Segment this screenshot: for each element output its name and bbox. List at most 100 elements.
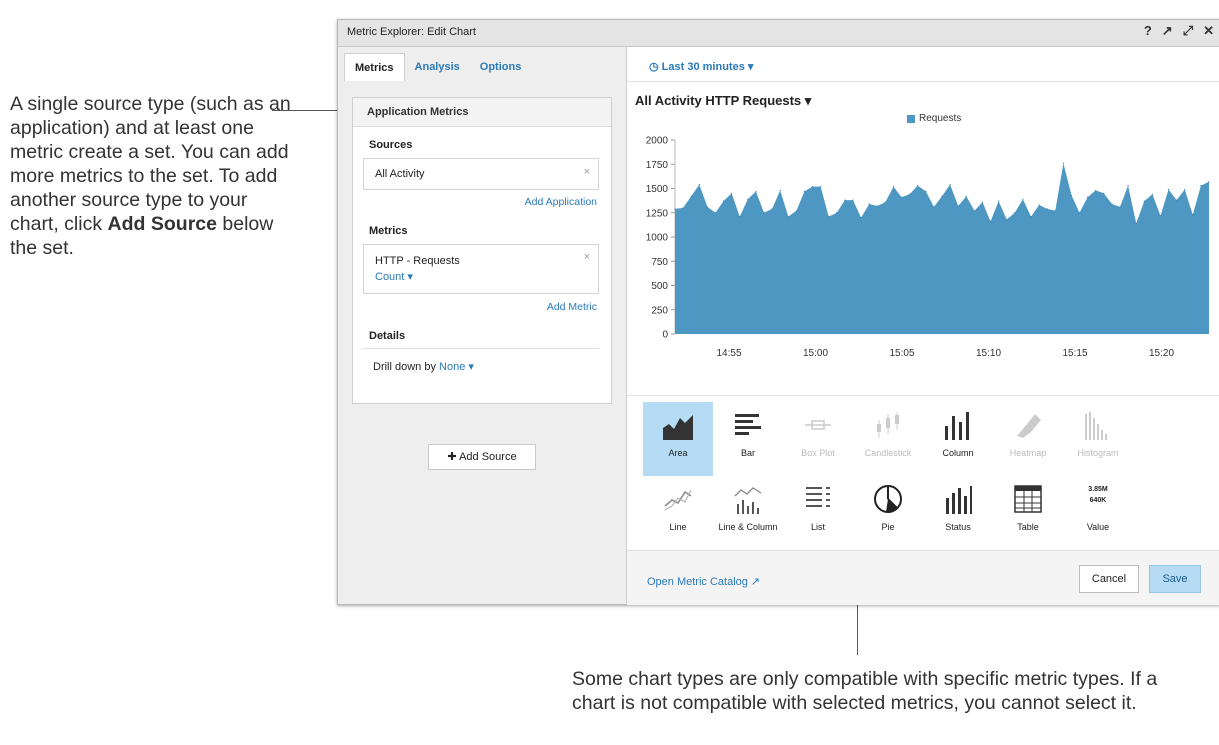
data-point: [957, 205, 959, 207]
chart-separator: [627, 395, 1219, 396]
chart-type-heatmap[interactable]: Heatmap: [993, 402, 1063, 476]
chart-type-label: List: [810, 522, 825, 532]
area-chart-icon: [663, 415, 693, 440]
open-metric-catalog-link[interactable]: Open Metric Catalog ↗: [647, 575, 760, 588]
dialog-controls: ? ↗ ⤢ ✕: [1144, 23, 1214, 39]
metric-aggregation-dropdown[interactable]: Count ▾: [375, 270, 413, 283]
data-point: [884, 201, 886, 203]
chart-title-dropdown[interactable]: All Activity HTTP Requests ▾: [635, 93, 811, 109]
data-point: [674, 208, 676, 210]
data-point: [925, 190, 927, 193]
chart-type-bar[interactable]: Bar: [713, 402, 783, 476]
data-point: [779, 189, 781, 192]
application-metrics-panel: Application Metrics Sources All Activity…: [352, 97, 612, 404]
help-icon[interactable]: ?: [1144, 23, 1152, 39]
chart-type-line[interactable]: Line: [643, 476, 713, 550]
drill-down-dropdown[interactable]: None ▾: [439, 361, 474, 373]
data-point: [852, 199, 854, 201]
data-point: [739, 216, 741, 218]
metric-field[interactable]: HTTP - Requests Count ▾ ×: [363, 244, 599, 294]
source-field[interactable]: All Activity ×: [363, 158, 599, 190]
expand-icon[interactable]: ⤢: [1183, 23, 1193, 39]
data-point: [836, 212, 838, 214]
close-icon[interactable]: ✕: [1203, 23, 1214, 39]
chart-type-candlestick[interactable]: Candlestick: [853, 402, 923, 476]
area-chart: 0 250 500 750 1000 1250 1500 1750 2000 14:55 15:00…: [646, 136, 1210, 359]
line-column-icon: [734, 487, 762, 514]
data-point: [949, 184, 951, 186]
dialog-title: Metric Explorer: Edit Chart: [347, 26, 476, 38]
data-point: [803, 190, 806, 193]
chart-type-area[interactable]: Area: [643, 402, 713, 476]
chart-type-pie[interactable]: Pie: [853, 476, 923, 550]
data-point: [1200, 184, 1202, 187]
data-point: [981, 201, 984, 203]
chart-type-box-plot[interactable]: Box Plot: [783, 402, 853, 476]
tab-analysis[interactable]: Analysis: [405, 53, 470, 81]
time-range-selector[interactable]: ◷ Last 30 minutes ▾: [649, 60, 753, 73]
save-button[interactable]: Save: [1149, 565, 1201, 593]
remove-metric-icon[interactable]: ×: [584, 251, 590, 263]
y-tick-label: 500: [651, 281, 668, 292]
chart-type-column[interactable]: Column: [923, 402, 993, 476]
tab-metrics[interactable]: Metrics: [344, 53, 405, 81]
data-point: [973, 210, 975, 212]
details-label: Details: [369, 330, 406, 342]
data-point: [860, 217, 862, 219]
right-pane: ◷ Last 30 minutes ▾ All Activity HTTP Re…: [627, 47, 1219, 605]
data-point: [1143, 200, 1145, 202]
data-point: [1159, 215, 1162, 217]
value-icon-bottom: 640K: [1089, 497, 1107, 504]
y-tick-label: 1000: [646, 233, 669, 244]
chart-type-label: Line: [669, 522, 687, 532]
data-point: [1054, 210, 1056, 212]
y-tick-label: 1500: [646, 184, 669, 195]
data-point: [933, 206, 935, 208]
remove-source-icon[interactable]: ×: [584, 166, 590, 178]
data-point: [1078, 212, 1081, 214]
x-tick-label: 15:10: [976, 348, 1001, 359]
chart-type-line-column[interactable]: Line & Column: [713, 476, 783, 550]
series-area-requests: [675, 163, 1209, 334]
drill-down-row: Drill down by None ▾: [373, 360, 474, 373]
x-tick-label: 15:05: [889, 348, 914, 359]
chart-type-label: Value: [1086, 522, 1110, 532]
x-tick-label: 15:20: [1149, 348, 1174, 359]
add-source-button[interactable]: ✚ Add Source: [428, 444, 536, 470]
data-point: [771, 208, 773, 210]
data-point: [1176, 199, 1178, 201]
chart-type-value[interactable]: 3.85M 640K Value: [1063, 476, 1133, 550]
data-point: [747, 198, 749, 200]
header-separator: [627, 81, 1219, 82]
line-chart-icon: [664, 489, 692, 511]
chart-type-status[interactable]: Status: [923, 476, 993, 550]
data-point: [876, 205, 878, 207]
data-point: [682, 207, 684, 209]
tab-options[interactable]: Options: [470, 53, 532, 81]
legend-label: Requests: [919, 113, 962, 124]
callout-left-bold-add: Add: [107, 213, 146, 235]
chart-type-label: Bar: [740, 448, 755, 458]
cancel-button[interactable]: Cancel: [1079, 565, 1139, 593]
data-point: [1103, 192, 1105, 194]
chart-type-list[interactable]: List: [783, 476, 853, 550]
chart-type-histogram[interactable]: Histogram: [1063, 402, 1133, 476]
metric-explorer-dialog: Metric Explorer: Edit Chart ? ↗ ⤢ ✕ Metr…: [337, 19, 1219, 605]
column-chart-icon: [945, 412, 969, 440]
chart-type-label: Area: [668, 448, 688, 458]
add-application-link[interactable]: Add Application: [525, 196, 597, 208]
chart-type-table[interactable]: Table: [993, 476, 1063, 550]
data-point: [1022, 198, 1024, 200]
data-point: [1038, 204, 1040, 206]
data-point: [706, 206, 708, 208]
x-tick-label: 15:00: [803, 348, 828, 359]
chart-type-label: Table: [1017, 522, 1039, 532]
data-point: [998, 200, 1000, 202]
data-point: [917, 184, 919, 187]
add-metric-link[interactable]: Add Metric: [547, 301, 597, 313]
chart-type-label: Box Plot: [801, 448, 835, 458]
chart-type-picker: Area Bar Box Plot Candlestick Column Hea…: [627, 400, 1219, 550]
data-point: [763, 212, 765, 214]
popout-icon[interactable]: ↗: [1162, 23, 1173, 39]
data-point: [909, 193, 911, 195]
